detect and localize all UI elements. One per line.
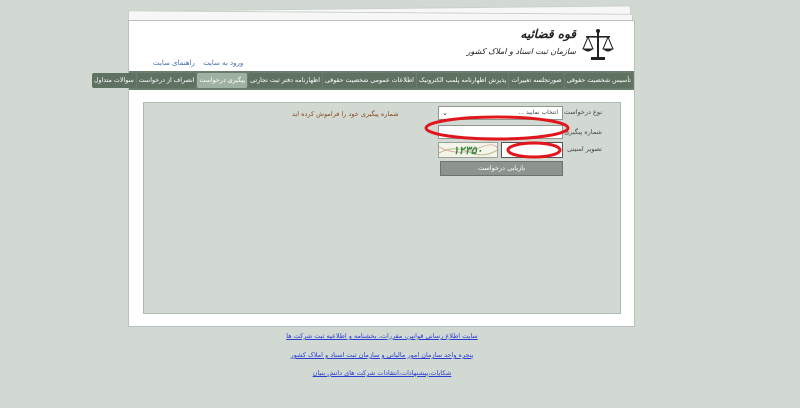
captcha-text: ۱۲۳۵۰ (453, 144, 483, 157)
tab-establish-entity[interactable]: تأسیس شخصیت حقوقی (564, 73, 633, 88)
tracking-form-panel: نوع درخواست انتخاب نمایید ... ⌄ شماره پی… (143, 102, 621, 314)
tab-faq[interactable]: سوالات متداول (91, 73, 136, 88)
tab-change-minutes[interactable]: صورتجلسه تغییرات (509, 73, 564, 88)
request-type-value: انتخاب نمایید ... (518, 109, 558, 116)
tab-electronic-seal[interactable]: پذیرش اظهارنامه پلمب الکترونیک (416, 73, 509, 88)
request-type-select[interactable]: انتخاب نمایید ... ⌄ (438, 106, 563, 120)
top-links: ورود به سایت راهنمای سایت (147, 59, 243, 67)
brand-subtitle: سازمان ثبت اسناد و املاک کشور (466, 47, 576, 56)
retrieve-request-button[interactable]: بازیابی درخواست (440, 161, 563, 176)
tab-track-request[interactable]: پیگیری درخواست (197, 73, 248, 88)
main-page: قوه قضائیه سازمان ثبت اسناد و املاک کشور… (91, 20, 635, 327)
chevron-down-icon: ⌄ (442, 109, 448, 117)
footer-link-regulations[interactable]: سایت اطلاع رسانی قوانین، مقررات، بخشنامه… (286, 332, 478, 340)
forgot-tracking-link[interactable]: شماره پیگیری خود را فراموش کرده اید (292, 110, 399, 118)
footer-link-knowledge-companies[interactable]: شکایات،پیشنهادات،انتقادات شرکت های دانش … (313, 369, 452, 377)
footer-link-tax-window[interactable]: پنجره واحد سازمان امور مالیاتی و سازمان … (291, 351, 474, 359)
login-link[interactable]: ورود به سایت (203, 59, 243, 67)
captcha-image: ۱۲۳۵۰ (438, 142, 498, 158)
captcha-input[interactable] (501, 142, 563, 158)
help-link[interactable]: راهنمای سایت (153, 59, 195, 67)
tracking-number-input[interactable] (438, 125, 563, 139)
brand-title: قوه قضائیه (520, 27, 576, 41)
site-header: قوه قضائیه سازمان ثبت اسناد و املاک کشور… (129, 21, 634, 71)
tracking-number-label: شماره پیگیری (564, 128, 602, 136)
tab-commercial-register[interactable]: اظهارنامه دفتر ثبت تجارتی (248, 73, 322, 88)
request-type-label: نوع درخواست (563, 108, 602, 116)
judiciary-scales-emblem-icon (582, 29, 614, 60)
captcha-label: تصویر امنیتی (567, 145, 602, 153)
tab-cancel-request[interactable]: انصراف از درخواست (136, 73, 197, 88)
tab-entity-info[interactable]: اطلاعات عمومی شخصیت حقوقی (322, 73, 416, 88)
main-nav: تأسیس شخصیت حقوقی صورتجلسه تغییرات پذیرش… (91, 71, 634, 90)
